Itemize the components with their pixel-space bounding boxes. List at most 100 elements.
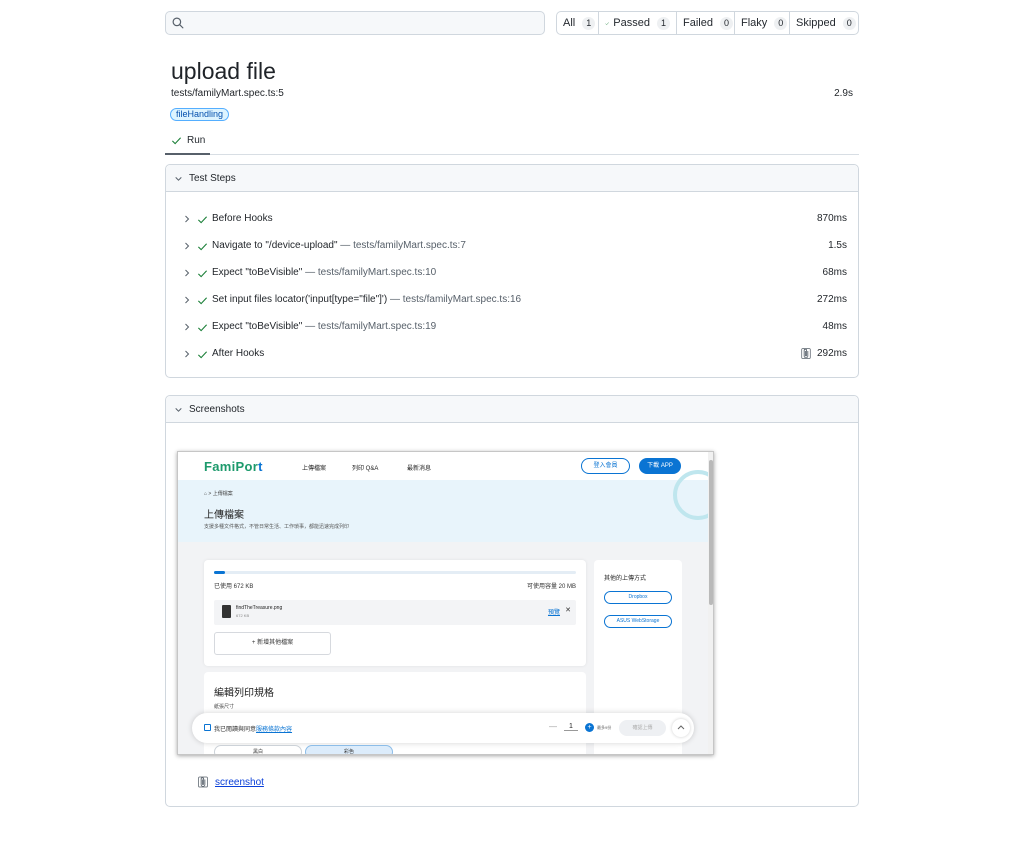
step-location: — tests/familyMart.spec.ts:10 <box>305 267 437 278</box>
check-icon <box>197 270 208 278</box>
step-label: Before Hooks <box>212 213 273 224</box>
step-time: 292ms <box>801 348 847 359</box>
filter-skipped[interactable]: Skipped 0 <box>790 12 858 34</box>
step-time: 48ms <box>822 321 847 332</box>
screenshot-link[interactable]: screenshot <box>215 777 264 788</box>
preview-link: 預覽 <box>547 610 560 616</box>
step-time-value: 292ms <box>816 348 847 359</box>
check-icon <box>171 137 182 145</box>
check-icon <box>197 351 208 359</box>
step-location: — tests/familyMart.spec.ts:16 <box>389 294 522 305</box>
chevron-right-icon <box>185 215 190 223</box>
scrollbar <box>708 452 713 754</box>
quantity-value: 1 <box>564 723 578 731</box>
famiport-nav: FamiPort 上傳檔案 列印 Q&A 最新消息 登入會員 下載 APP <box>178 452 708 480</box>
storage-used: 已使用 672 KB <box>214 584 254 590</box>
nav-print-qa: 列印 Q&A <box>352 466 379 472</box>
step-title: Navigate to "/device-upload" <box>212 240 338 251</box>
nav-upload: 上傳檔案 <box>302 466 327 472</box>
status-filters: All 1 Passed 1 Failed 0 Flaky 0 Skipped … <box>556 11 859 35</box>
filter-passed-label: Passed <box>613 17 650 29</box>
step-label: Expect "toBeVisible" — tests/familyMart.… <box>212 267 436 278</box>
step-location: — tests/familyMart.spec.ts:7 <box>340 240 466 251</box>
screenshots-title: Screenshots <box>189 403 245 415</box>
page-heading: 上傳檔案 <box>204 510 244 521</box>
agree-checkbox <box>204 724 211 731</box>
test-location: tests/familyMart.spec.ts:5 <box>171 88 284 99</box>
login-button: 登入會員 <box>581 458 630 474</box>
step-title: Before Hooks <box>212 213 273 224</box>
filter-skipped-count: 0 <box>842 16 856 30</box>
chevron-down-icon <box>175 176 182 181</box>
attachment-icon[interactable] <box>801 348 811 359</box>
filter-failed[interactable]: Failed 0 <box>677 12 735 34</box>
scroll-top-button <box>672 719 690 737</box>
filter-flaky[interactable]: Flaky 0 <box>735 12 790 34</box>
step-label: Navigate to "/device-upload" — tests/fam… <box>212 240 466 251</box>
step-label: After Hooks <box>212 348 264 359</box>
filter-skipped-label: Skipped <box>796 17 836 29</box>
plus-icon: + <box>585 723 594 732</box>
check-icon <box>197 243 208 251</box>
file-size: 672 KB <box>236 613 250 618</box>
step-row[interactable]: After Hooks 292ms <box>166 344 858 364</box>
famiport-hero: ⌂ > 上傳檔案 上傳檔案 支援多種文件格式，不管日常生活、工作瑣事，都能迅速完… <box>178 470 713 542</box>
chevron-right-icon <box>185 323 190 331</box>
upload-card: 已使用 672 KB 可使用容量 20 MB findTheTreasure.p… <box>204 560 586 666</box>
test-steps-title: Test Steps <box>189 172 236 184</box>
chevron-right-icon <box>185 242 190 250</box>
filter-passed[interactable]: Passed 1 <box>599 12 677 34</box>
check-icon <box>197 216 208 224</box>
add-file-button: + 新增其他檔案 <box>214 632 331 655</box>
tab-run-label: Run <box>187 135 206 146</box>
storage-progress-fill <box>214 571 225 574</box>
step-row[interactable]: Expect "toBeVisible" — tests/familyMart.… <box>166 263 858 283</box>
step-label: Set input files locator('input[type="fil… <box>212 294 521 305</box>
tab-run[interactable]: Run <box>165 128 210 155</box>
page-subheading: 支援多種文件格式，不管日常生活、工作瑣事，都能迅速完成列印 <box>204 524 350 530</box>
step-row[interactable]: Expect "toBeVisible" — tests/familyMart.… <box>166 317 858 337</box>
confirm-upload-button: 確認上傳 <box>619 720 666 736</box>
filter-passed-count: 1 <box>657 16 670 30</box>
breadcrumb: ⌂ > 上傳檔案 <box>204 491 233 497</box>
check-icon <box>197 297 208 305</box>
screenshots-header[interactable]: Screenshots <box>166 396 858 423</box>
result-tabs: Run <box>165 128 859 155</box>
step-time: 272ms <box>816 294 847 305</box>
logo-text-b: t <box>258 459 263 474</box>
logo-text-a: FamiPor <box>204 459 259 474</box>
filter-failed-count: 0 <box>719 16 733 30</box>
step-location: — tests/familyMart.spec.ts:19 <box>305 321 437 332</box>
check-icon <box>197 324 208 332</box>
step-time: 870ms <box>816 213 847 224</box>
filter-all[interactable]: All 1 <box>557 12 599 34</box>
step-time: 68ms <box>822 267 847 278</box>
step-row[interactable]: Set input files locator('input[type="fil… <box>166 290 858 310</box>
filter-all-label: All <box>563 17 576 29</box>
test-tag[interactable]: fileHandling <box>170 108 230 121</box>
test-steps-header[interactable]: Test Steps <box>166 165 858 192</box>
screenshot-image[interactable]: FamiPort 上傳檔案 列印 Q&A 最新消息 登入會員 下載 APP ⌂ … <box>177 451 714 755</box>
top-bar: All 1 Passed 1 Failed 0 Flaky 0 Skipped … <box>165 11 859 35</box>
minus-icon: — <box>549 722 557 731</box>
step-row[interactable]: Before Hooks 870ms <box>166 209 858 229</box>
print-spec-title: 編輯列印規格 <box>214 688 274 699</box>
check-icon <box>605 21 609 25</box>
bw-button: 黑白 <box>214 745 302 754</box>
agree-text: 我已閱讀與同意服務條款內容 <box>214 724 292 733</box>
chevron-right-icon <box>185 350 190 358</box>
step-title: After Hooks <box>212 348 265 359</box>
famiport-logo: FamiPort <box>204 459 263 474</box>
test-duration: 2.9s <box>834 88 853 99</box>
step-time: 1.5s <box>828 240 847 251</box>
search-input[interactable] <box>165 11 545 35</box>
test-steps-panel: Test Steps Before Hooks 870ms Navigate t… <box>165 164 859 378</box>
step-row[interactable]: Navigate to "/device-upload" — tests/fam… <box>166 236 858 256</box>
max-copies: 最多9份 <box>597 725 612 730</box>
storage-available: 可使用容量 20 MB <box>526 584 576 590</box>
filter-failed-label: Failed <box>683 17 713 29</box>
test-title: upload file <box>171 58 276 84</box>
screenshots-panel: Screenshots FamiPort 上傳檔案 列印 Q&A 最新消息 登入… <box>165 395 859 807</box>
color-button: 彩色 <box>305 745 393 754</box>
famiport-bottom-bar: 我已閱讀與同意服務條款內容 — 1 + 最多9份 確認上傳 <box>192 713 694 743</box>
